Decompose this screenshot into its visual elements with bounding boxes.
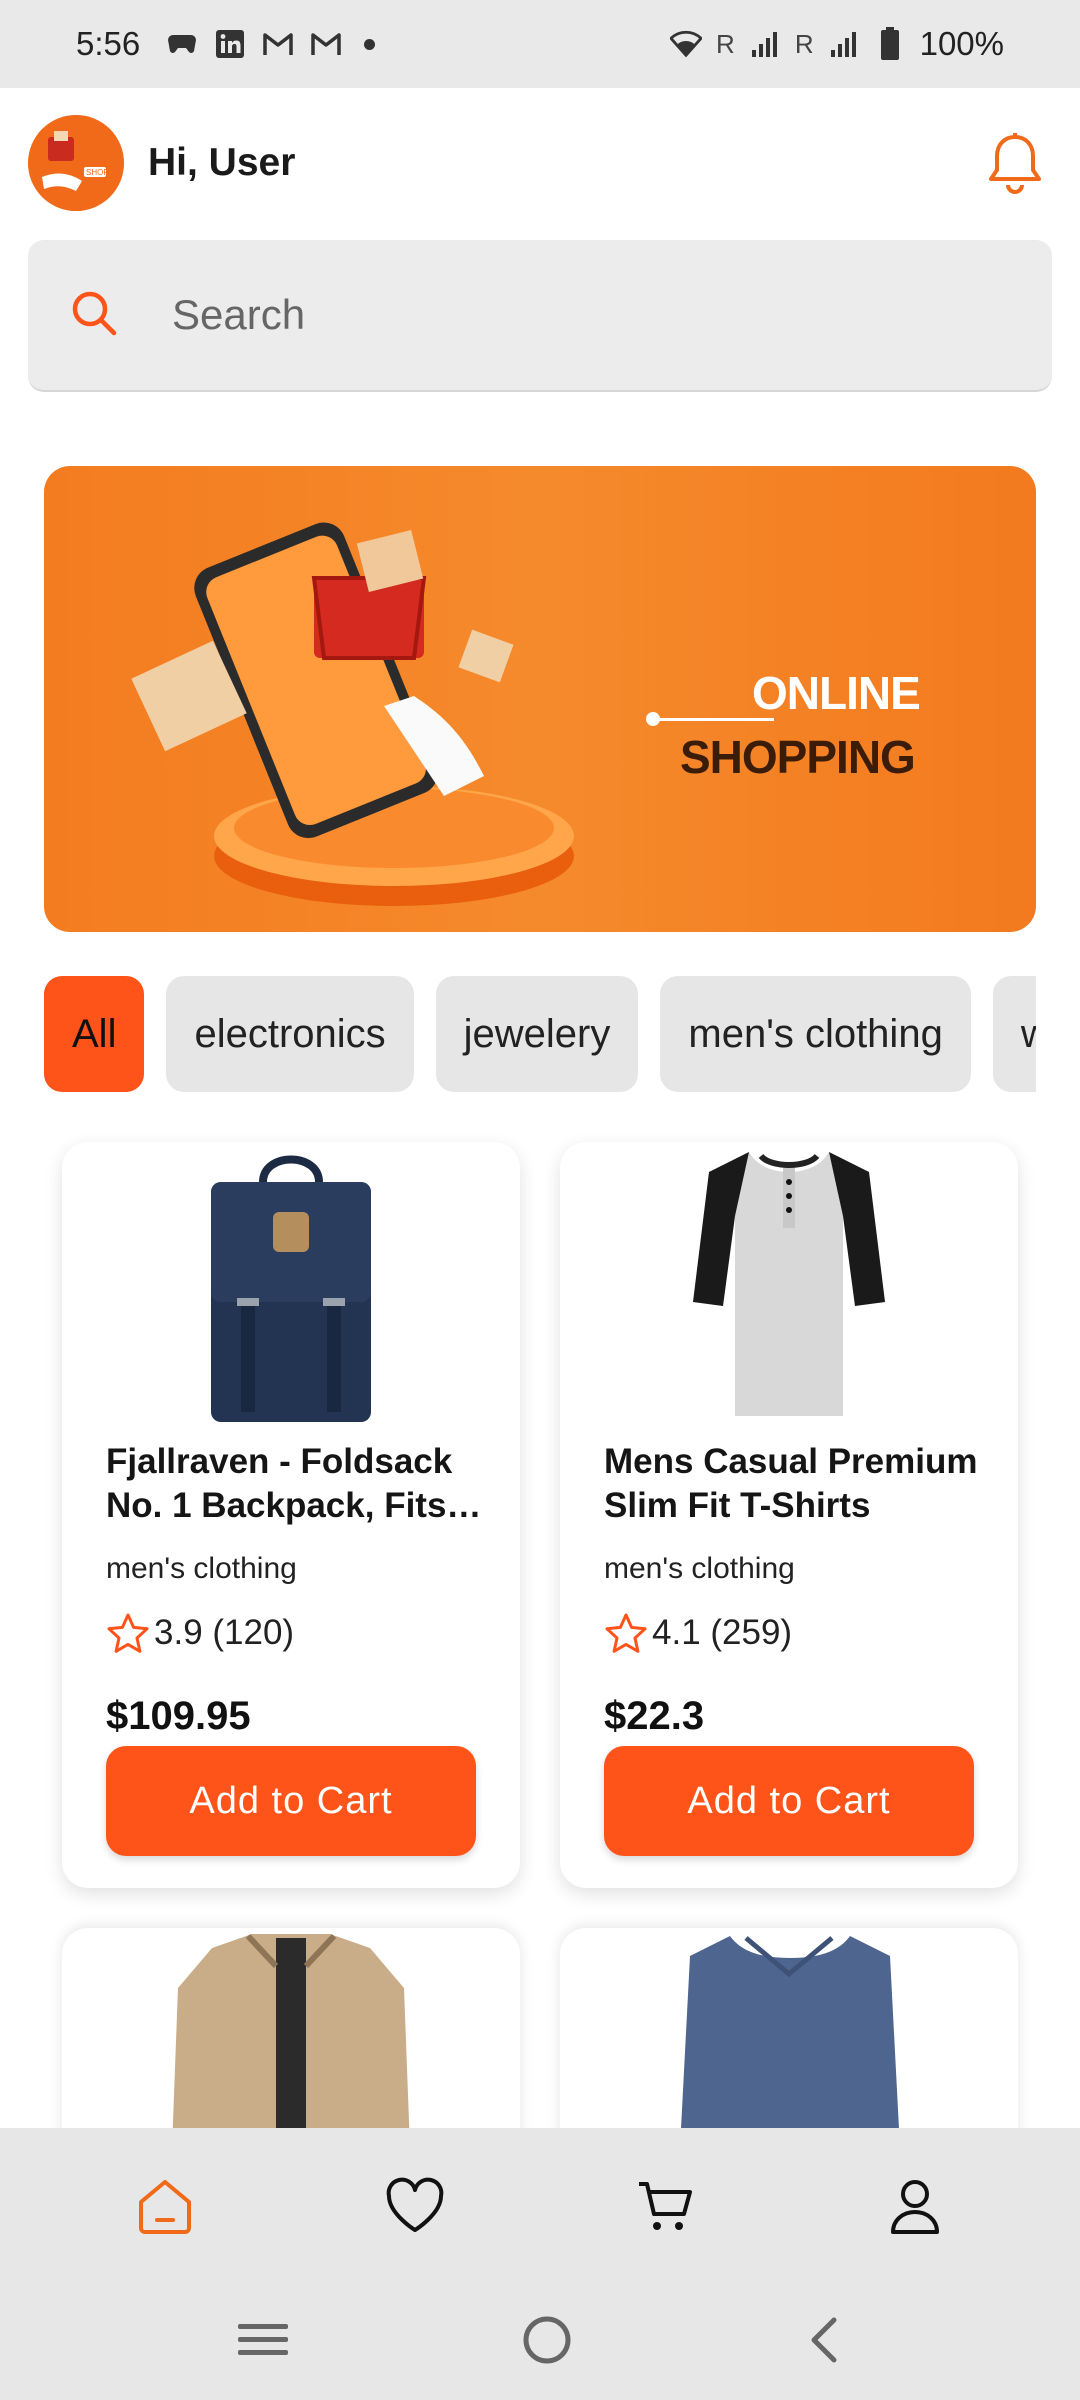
star-icon xyxy=(107,1613,149,1653)
signal-icon xyxy=(828,28,860,60)
product-price: $109.95 xyxy=(106,1694,251,1738)
banner-title-line2: SHOPPING xyxy=(680,731,916,783)
menu-icon[interactable] xyxy=(236,2320,290,2365)
app-header: SHOP Hi, User xyxy=(0,88,1080,238)
home-circle-icon[interactable] xyxy=(521,2314,573,2371)
linkedin-icon xyxy=(214,28,246,60)
signal-icon xyxy=(749,28,781,60)
gmail-icon xyxy=(262,28,294,60)
category-chips: All electronics jewelery men's clothing … xyxy=(44,976,1036,1092)
search-bar[interactable] xyxy=(28,240,1052,392)
category-chip-jewelery[interactable]: jewelery xyxy=(435,976,639,1092)
svg-text:SHOP: SHOP xyxy=(86,168,109,177)
product-price: $22.3 xyxy=(604,1694,705,1738)
bell-icon[interactable] xyxy=(986,131,1044,195)
system-status-icons: R R 100% xyxy=(670,25,1004,63)
category-chip-all[interactable]: All xyxy=(44,976,145,1092)
battery-percent: 100% xyxy=(919,25,1004,62)
game-controller-icon xyxy=(166,28,198,60)
bottom-navigation xyxy=(0,2128,1080,2284)
product-name[interactable]: Mens Casual Premium Slim Fit T-Shirts xyxy=(604,1440,984,1528)
promo-banner[interactable]: ONLINE SHOPPING xyxy=(44,466,1036,932)
product-rating: 4.1 (259) xyxy=(604,1612,792,1654)
add-to-cart-button[interactable]: Add to Cart xyxy=(106,1746,476,1856)
star-icon xyxy=(605,1613,647,1653)
category-chip-mens-clothing[interactable]: men's clothing xyxy=(660,976,971,1092)
banner-title-line1: ONLINE xyxy=(752,667,921,719)
greeting-text: Hi, User xyxy=(148,141,296,184)
product-card[interactable] xyxy=(560,1928,1018,2148)
tshirt-image xyxy=(693,1152,885,1416)
battery-icon xyxy=(874,27,906,60)
rating-text: 4.1 (259) xyxy=(652,1613,793,1652)
product-card[interactable] xyxy=(62,1928,520,2148)
rating-text: 3.9 (120) xyxy=(154,1613,295,1652)
heart-icon[interactable] xyxy=(375,2166,455,2246)
signal-label: R xyxy=(794,28,814,59)
longsleeve-shirt-image xyxy=(680,1936,900,2148)
back-icon[interactable] xyxy=(804,2314,844,2371)
system-navigation xyxy=(0,2284,1080,2400)
product-card[interactable]: Mens Casual Premium Slim Fit T-Shirts me… xyxy=(560,1142,1018,1888)
shopping-logo-icon: SHOP xyxy=(28,115,124,211)
add-to-cart-button[interactable]: Add to Cart xyxy=(604,1746,974,1856)
product-category: men's clothing xyxy=(604,1552,795,1585)
wifi-icon xyxy=(670,28,703,60)
category-chip-womens-clothing[interactable]: w xyxy=(992,976,1036,1092)
jacket-image xyxy=(172,1933,410,2148)
profile-icon[interactable] xyxy=(875,2166,955,2246)
dot-icon xyxy=(364,38,376,50)
status-bar: 5:56 R R 100% xyxy=(0,0,1080,88)
product-name[interactable]: Fjallraven - Foldsack No. 1 Backpack, Fi… xyxy=(106,1440,486,1528)
product-image-tshirt[interactable] xyxy=(560,1142,1018,1432)
status-time: 5:56 xyxy=(76,25,141,62)
backpack-image xyxy=(211,1155,371,1422)
search-input[interactable] xyxy=(172,291,972,339)
product-image-backpack[interactable] xyxy=(62,1142,520,1432)
gmail-icon xyxy=(310,28,342,60)
product-rating: 3.9 (120) xyxy=(106,1612,294,1654)
home-icon[interactable] xyxy=(125,2166,205,2246)
category-chip-electronics[interactable]: electronics xyxy=(166,976,414,1092)
product-category: men's clothing xyxy=(106,1552,297,1585)
search-icon[interactable] xyxy=(68,287,120,344)
cart-icon[interactable] xyxy=(625,2166,705,2246)
signal-label: R xyxy=(716,28,735,59)
avatar[interactable]: SHOP xyxy=(28,115,124,211)
notification-icons xyxy=(166,28,376,60)
product-card[interactable]: Fjallraven - Foldsack No. 1 Backpack, Fi… xyxy=(62,1142,520,1888)
banner-dot xyxy=(646,712,660,726)
